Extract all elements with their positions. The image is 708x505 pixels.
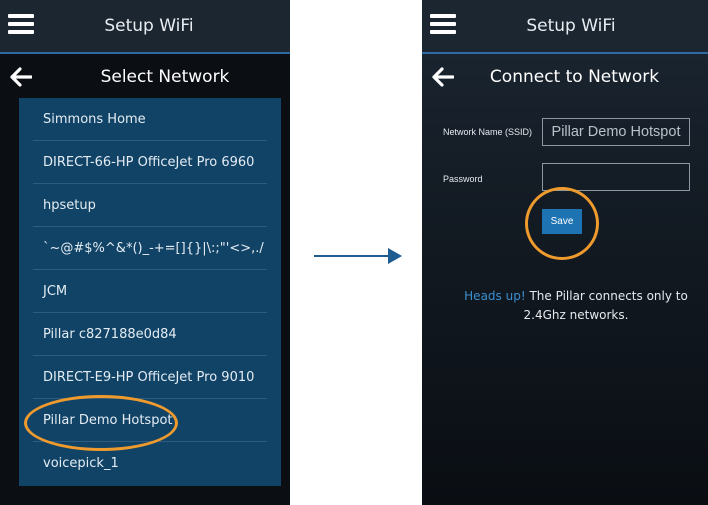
heads-up-text: The Pillar connects only to 2.4Ghz netwo… <box>523 289 688 322</box>
network-item[interactable]: DIRECT-E9-HP OfficeJet Pro 9010 <box>19 356 281 399</box>
app-title: Setup WiFi <box>526 16 616 36</box>
app-title: Setup WiFi <box>104 16 194 36</box>
network-list: Simmons Home DIRECT-66-HP OfficeJet Pro … <box>19 98 281 486</box>
back-arrow-icon[interactable] <box>10 67 32 87</box>
network-item[interactable]: `~@#$%^&*()_-+=[]{}|\:;"'<>,./ <box>19 227 281 270</box>
heads-up-label: Heads up! <box>464 289 526 303</box>
select-network-screen: Setup WiFi Select Network Simmons Home D… <box>0 0 290 505</box>
top-bar: Setup WiFi <box>0 0 290 54</box>
save-button[interactable]: Save <box>542 209 582 234</box>
sub-header: Connect to Network <box>422 54 708 100</box>
network-item-selected[interactable]: Pillar Demo Hotspot <box>19 399 281 442</box>
back-arrow-icon[interactable] <box>432 67 454 87</box>
ssid-label: Network Name (SSID) <box>443 127 533 137</box>
network-item[interactable]: Simmons Home <box>19 98 281 141</box>
page-title: Select Network <box>100 67 230 87</box>
network-item[interactable]: hpsetup <box>19 184 281 227</box>
network-item[interactable]: voicepick_1 <box>19 442 281 485</box>
network-item[interactable]: Pillar c827188e0d84 <box>19 313 281 356</box>
connect-network-screen: Setup WiFi Connect to Network Network Na… <box>422 0 708 505</box>
password-field[interactable] <box>542 163 690 191</box>
network-item[interactable]: JCM <box>19 270 281 313</box>
password-label: Password <box>443 174 483 184</box>
heads-up-note: Heads up! The Pillar connects only to 2.… <box>444 287 708 325</box>
top-bar: Setup WiFi <box>422 0 708 54</box>
sub-header: Select Network <box>0 54 290 100</box>
page-title: Connect to Network <box>489 67 660 87</box>
ssid-field[interactable] <box>542 118 690 146</box>
network-item[interactable]: DIRECT-66-HP OfficeJet Pro 6960 <box>19 141 281 184</box>
